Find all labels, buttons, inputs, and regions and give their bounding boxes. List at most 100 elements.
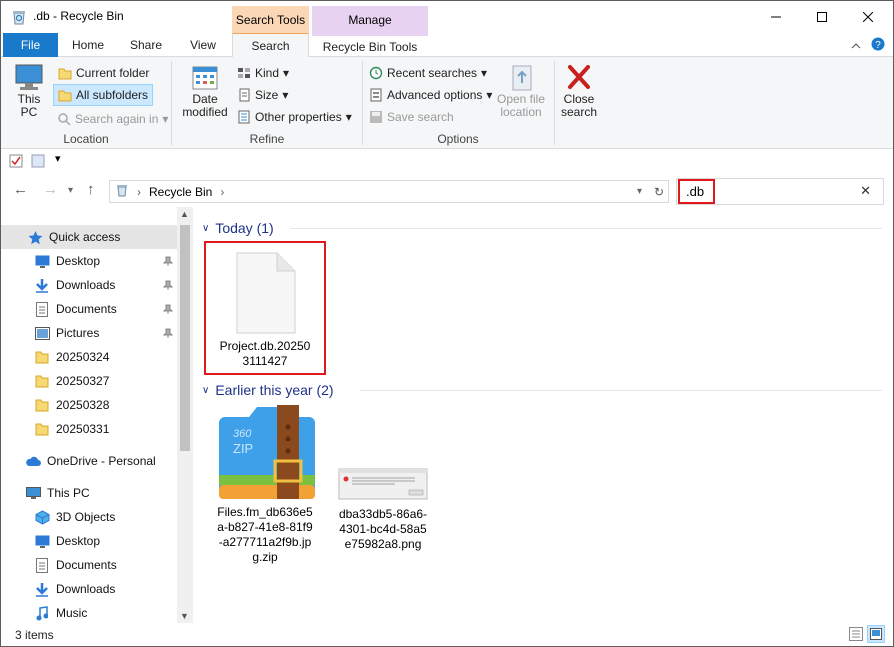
nav-scrollbar[interactable]: ▲ ▼ xyxy=(177,207,193,623)
close-button[interactable] xyxy=(845,1,891,33)
nav-pc-item-3d-objects[interactable]: 3D Objects xyxy=(1,505,177,529)
refresh-icon[interactable]: ↻ xyxy=(654,185,664,199)
this-pc-button[interactable]: This PC xyxy=(9,63,49,119)
back-arrow-icon[interactable]: ← xyxy=(13,181,28,198)
group-header-today[interactable]: ∨ Today (1) xyxy=(202,217,882,239)
clear-search-icon[interactable]: ✕ xyxy=(860,183,871,199)
pin-icon xyxy=(162,279,174,293)
nav-pc-item-desktop[interactable]: Desktop xyxy=(1,529,177,553)
nav-quick-access[interactable]: Quick access xyxy=(1,225,177,249)
scroll-thumb[interactable] xyxy=(180,225,190,451)
qat-dropdown-icon[interactable]: ▾ xyxy=(55,152,61,165)
recent-searches-label: Recent searches xyxy=(387,66,478,80)
file-item[interactable]: 360 ZIP Files.fm_db636e5a-b827-41e8-81f9… xyxy=(204,405,326,565)
nav-pc-item-documents[interactable]: Documents xyxy=(1,553,177,577)
tab-file[interactable]: File xyxy=(3,33,58,57)
nav-this-pc[interactable]: This PC xyxy=(1,481,177,505)
nav-onedrive[interactable]: OneDrive - Personal xyxy=(1,449,177,473)
nav-item-folder[interactable]: 20250328 xyxy=(1,393,177,417)
open-file-location-button[interactable]: Open file location xyxy=(495,63,547,119)
save-search-button[interactable]: Save search xyxy=(369,107,454,127)
kind-button[interactable]: Kind ▾ xyxy=(237,63,289,83)
nav-item-folder[interactable]: 20250324 xyxy=(1,345,177,369)
search-icon xyxy=(58,113,71,126)
nav-item-downloads[interactable]: Downloads xyxy=(1,273,177,297)
forward-arrow-icon[interactable]: → xyxy=(43,181,58,198)
current-folder-label: Current folder xyxy=(76,66,150,80)
nav-item-label: 20250328 xyxy=(56,398,110,412)
open-file-location-label: Open file location xyxy=(496,92,546,119)
address-dropdown-icon[interactable]: ▾ xyxy=(637,186,642,197)
current-folder-button[interactable]: Current folder xyxy=(55,63,152,83)
file-name: Project.db.202503111427 xyxy=(219,339,311,368)
nav-item-label: Documents xyxy=(56,558,117,572)
collapse-ribbon-icon[interactable] xyxy=(851,39,861,53)
nav-pc-item-music[interactable]: Music xyxy=(1,601,177,625)
search-again-in-button[interactable]: Search again in ▾ xyxy=(57,109,168,129)
breadcrumb-chevron-icon[interactable]: › xyxy=(137,185,141,199)
file-item[interactable]: dba33db5-86a6-4301-bc4d-58a5e75982a8.png xyxy=(328,405,438,565)
download-arrow-icon xyxy=(34,581,50,597)
all-subfolders-button[interactable]: All subfolders xyxy=(53,84,154,106)
other-properties-button[interactable]: Other properties ▾ xyxy=(237,107,352,127)
tab-search[interactable]: Search xyxy=(232,33,309,58)
nav-item-pictures[interactable]: Pictures xyxy=(1,321,177,345)
large-icons-view-icon[interactable] xyxy=(867,625,885,643)
nav-pc-item-downloads[interactable]: Downloads xyxy=(1,577,177,601)
zip-archive-icon: 360 ZIP xyxy=(219,405,315,499)
folder-icon xyxy=(34,349,50,365)
scroll-up-icon[interactable]: ▲ xyxy=(180,209,189,219)
properties-qat-icon[interactable] xyxy=(9,154,23,171)
pictures-icon xyxy=(34,325,50,341)
advanced-options-label: Advanced options xyxy=(387,88,483,102)
content-pane: ∨ Today (1) Project.db.202503111427 ∨ Ea… xyxy=(194,207,893,623)
other-properties-label: Other properties xyxy=(255,110,342,124)
save-icon xyxy=(370,111,382,123)
minimize-button[interactable] xyxy=(753,1,799,33)
search-input[interactable]: .db xyxy=(678,179,715,204)
new-folder-qat-icon[interactable] xyxy=(31,154,45,171)
help-icon[interactable]: ? xyxy=(871,37,885,54)
maximize-button[interactable] xyxy=(799,1,845,33)
address-bar[interactable]: › Recycle Bin › ▾ ↻ xyxy=(109,180,669,203)
recycle-bin-icon xyxy=(11,9,27,25)
desktop-icon xyxy=(34,533,50,549)
status-bar: 3 items xyxy=(1,623,893,646)
nav-item-folder[interactable]: 20250327 xyxy=(1,369,177,393)
nav-item-label: 3D Objects xyxy=(56,510,116,524)
nav-item-desktop[interactable]: Desktop xyxy=(1,249,177,273)
explorer-window: .db - Recycle Bin Search Tools Manage Fi… xyxy=(0,0,894,647)
properties-icon xyxy=(238,110,250,124)
recent-searches-button[interactable]: Recent searches ▾ xyxy=(369,63,487,83)
options-group-label: Options xyxy=(437,132,479,146)
group-header-earlier[interactable]: ∨ Earlier this year (2) xyxy=(202,379,882,401)
navigation-pane: Quick access Desktop Downloads Documents… xyxy=(1,207,193,623)
tab-recycle-bin-tools[interactable]: Recycle Bin Tools xyxy=(312,33,428,57)
document-icon xyxy=(34,301,50,317)
breadcrumb-recycle-bin[interactable]: Recycle Bin xyxy=(149,185,212,199)
file-item[interactable]: Project.db.202503111427 xyxy=(204,241,326,375)
size-label: Size xyxy=(255,88,279,102)
close-search-button[interactable]: Close search xyxy=(557,63,601,119)
details-view-icon[interactable] xyxy=(849,627,863,644)
search-again-in-label: Search again in xyxy=(75,112,159,126)
tab-share[interactable]: Share xyxy=(123,33,169,57)
nav-item-label: Music xyxy=(56,606,88,620)
nav-item-folder[interactable]: 20250331 xyxy=(1,417,177,441)
group-divider xyxy=(290,228,882,229)
up-arrow-icon[interactable]: ↑ xyxy=(87,181,95,198)
nav-item-label: Desktop xyxy=(56,254,101,268)
kind-icon xyxy=(238,68,250,78)
download-arrow-icon xyxy=(34,277,50,293)
cube-icon xyxy=(34,509,50,525)
tab-view[interactable]: View xyxy=(181,33,225,57)
nav-item-documents[interactable]: Documents xyxy=(1,297,177,321)
size-button[interactable]: Size ▾ xyxy=(237,85,288,105)
breadcrumb-chevron-icon[interactable]: › xyxy=(220,185,224,199)
date-modified-label: Date modified xyxy=(182,92,228,119)
recent-locations-icon[interactable]: ▾ xyxy=(68,185,73,196)
scroll-down-icon[interactable]: ▼ xyxy=(180,611,189,621)
advanced-options-button[interactable]: Advanced options ▾ xyxy=(369,85,492,105)
tab-home[interactable]: Home xyxy=(63,33,113,57)
date-modified-button[interactable]: Date modified xyxy=(175,63,235,119)
